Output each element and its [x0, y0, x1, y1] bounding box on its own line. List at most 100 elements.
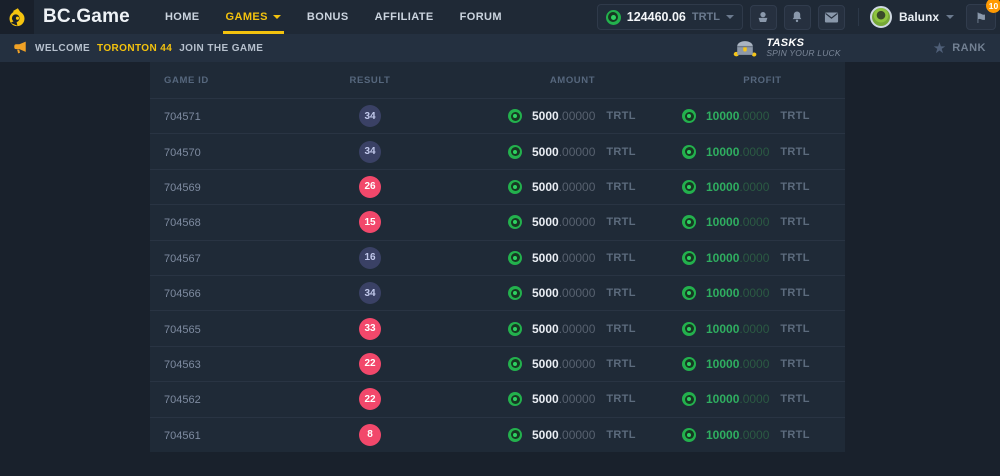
table-row[interactable]: 704567 16 5000.00000 TRTL 10000.0000 TRT…	[150, 240, 845, 275]
trtl-coin-icon	[508, 109, 522, 123]
amount-currency: TRTL	[606, 146, 635, 158]
trtl-coin-icon	[682, 322, 696, 336]
profit-value: 10000.0000	[706, 215, 769, 229]
treasure-chest-icon	[732, 38, 758, 58]
table-row[interactable]: 704562 22 5000.00000 TRTL 10000.0000 TRT…	[150, 381, 845, 416]
result-badge: 34	[359, 282, 381, 304]
profit-value: 10000.0000	[706, 251, 769, 265]
profit-currency: TRTL	[780, 429, 809, 441]
amount-currency: TRTL	[606, 110, 635, 122]
trtl-coin-icon	[508, 145, 522, 159]
result-cell: 34	[275, 141, 465, 163]
profit-cell: 10000.0000 TRTL	[680, 109, 845, 123]
table-row[interactable]: 704568 15 5000.00000 TRTL 10000.0000 TRT…	[150, 204, 845, 239]
game-id: 704566	[150, 288, 201, 300]
welcome-username: TORONTON 44	[97, 43, 172, 54]
amount-cell: 5000.00000 TRTL	[465, 180, 680, 194]
bc-game-logo-icon	[0, 0, 34, 34]
messages-button[interactable]	[818, 5, 845, 30]
game-id-cell: 704568	[150, 213, 275, 231]
nav-item-label: AFFILIATE	[375, 11, 434, 23]
profit-cell: 10000.0000 TRTL	[680, 180, 845, 194]
trtl-coin-icon	[682, 251, 696, 265]
game-id-cell: 704569	[150, 178, 275, 196]
game-id: 704563	[150, 359, 201, 371]
trtl-coin-icon	[682, 392, 696, 406]
result-badge: 33	[359, 318, 381, 340]
profit-currency: TRTL	[780, 181, 809, 193]
game-id-cell: 704561	[150, 426, 275, 444]
trtl-coin-icon	[508, 215, 522, 229]
balance-selector[interactable]: 124460.06 TRTL	[597, 4, 743, 30]
table-row[interactable]: 704566 34 5000.00000 TRTL 10000.0000 TRT…	[150, 275, 845, 310]
chat-room-button[interactable]: ⚑ 10	[966, 4, 996, 30]
profit-cell: 10000.0000 TRTL	[680, 357, 845, 371]
amount-currency: TRTL	[606, 181, 635, 193]
nav-item-bonus[interactable]: BONUS	[294, 0, 362, 34]
result-badge: 34	[359, 141, 381, 163]
notifications-button[interactable]	[784, 5, 811, 30]
avatar	[870, 6, 892, 28]
amount-cell: 5000.00000 TRTL	[465, 215, 680, 229]
nav-item-games[interactable]: GAMES	[213, 0, 294, 34]
nav-item-home[interactable]: HOME	[152, 0, 213, 34]
result-cell: 22	[275, 388, 465, 410]
welcome-message[interactable]: WELCOME TORONTON 44 JOIN THE GAME	[12, 41, 263, 55]
profit-value: 10000.0000	[706, 392, 769, 406]
table-body: 704571 34 5000.00000 TRTL 10000.0000 TRT…	[150, 98, 845, 452]
result-cell: 34	[275, 282, 465, 304]
chat-notification-badge: 10	[986, 0, 1000, 13]
profit-currency: TRTL	[780, 252, 809, 264]
tasks-text: TASKS SPIN YOUR LUCK	[766, 37, 840, 59]
username: Balunx	[899, 10, 939, 24]
table-row[interactable]: 704570 34 5000.00000 TRTL 10000.0000 TRT…	[150, 133, 845, 168]
game-id: 704567	[150, 253, 201, 265]
brand-logo[interactable]: BC.Game	[0, 0, 130, 34]
announcement-right: TASKS SPIN YOUR LUCK ★ RANK	[732, 37, 988, 59]
amount-currency: TRTL	[606, 252, 635, 264]
rank-button[interactable]: ★ RANK	[933, 41, 988, 56]
trtl-coin-icon	[508, 392, 522, 406]
trtl-coin-icon	[682, 109, 696, 123]
main-nav: HOMEGAMESBONUS AFFILIATE FORUM	[152, 0, 515, 34]
chevron-down-icon	[726, 15, 734, 19]
table-row[interactable]: 704565 33 5000.00000 TRTL 10000.0000 TRT…	[150, 310, 845, 345]
brand-name: BC.Game	[43, 6, 130, 28]
welcome-label: WELCOME	[35, 43, 90, 54]
trtl-coin-icon	[682, 215, 696, 229]
profit-currency: TRTL	[780, 216, 809, 228]
main-content: GAME ID RESULT AMOUNT PROFIT 704571 34 5…	[0, 62, 1000, 476]
column-header-profit: PROFIT	[680, 75, 845, 86]
profit-cell: 10000.0000 TRTL	[680, 428, 845, 442]
profit-cell: 10000.0000 TRTL	[680, 392, 845, 406]
profit-value: 10000.0000	[706, 357, 769, 371]
table-row[interactable]: 704571 34 5000.00000 TRTL 10000.0000 TRT…	[150, 98, 845, 133]
profit-currency: TRTL	[780, 358, 809, 370]
tasks-button[interactable]: TASKS SPIN YOUR LUCK	[732, 37, 840, 59]
trtl-coin-icon	[682, 286, 696, 300]
result-badge: 15	[359, 211, 381, 233]
rank-label: RANK	[952, 42, 986, 54]
trtl-coin-icon	[508, 357, 522, 371]
game-id-cell: 704565	[150, 320, 275, 338]
amount-value: 5000.00000	[532, 392, 595, 406]
balance-currency: TRTL	[692, 11, 720, 23]
cashier-button[interactable]	[750, 5, 777, 30]
bc-game-app: BC.Game HOMEGAMESBONUS AFFILIATE FORUM 124…	[0, 0, 1000, 476]
game-id-cell: 704563	[150, 355, 275, 373]
result-cell: 33	[275, 318, 465, 340]
game-id-cell: 704566	[150, 284, 275, 302]
amount-cell: 5000.00000 TRTL	[465, 286, 680, 300]
profit-value: 10000.0000	[706, 145, 769, 159]
table-row[interactable]: 704569 26 5000.00000 TRTL 10000.0000 TRT…	[150, 169, 845, 204]
flag-icon: ⚑	[975, 10, 988, 26]
nav-item-affiliate[interactable]: AFFILIATE	[362, 0, 447, 34]
table-row[interactable]: 704561 8 5000.00000 TRTL 10000.0000 TRTL	[150, 417, 845, 452]
result-cell: 16	[275, 247, 465, 269]
balance-value: 124460.06	[627, 10, 686, 24]
user-menu[interactable]: Balunx	[870, 6, 954, 28]
table-row[interactable]: 704563 22 5000.00000 TRTL 10000.0000 TRT…	[150, 346, 845, 381]
profit-value: 10000.0000	[706, 428, 769, 442]
nav-item-forum[interactable]: FORUM	[447, 0, 515, 34]
amount-value: 5000.00000	[532, 251, 595, 265]
